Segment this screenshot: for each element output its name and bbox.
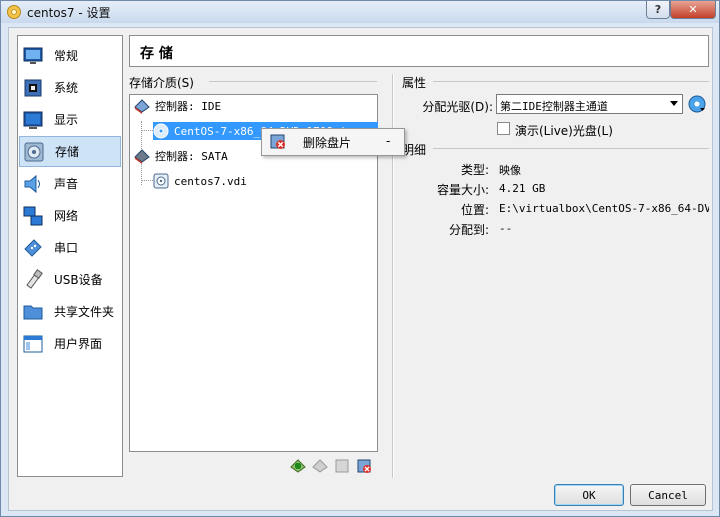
- sidebar-item-label: 共享文件夹: [54, 305, 115, 319]
- optical-drive-value: 第二IDE控制器主通道: [500, 100, 608, 113]
- page-header: 存 储: [129, 35, 709, 67]
- tree-item-label: 控制器: SATA: [155, 150, 228, 163]
- cancel-button[interactable]: Cancel: [630, 484, 706, 506]
- sidebar-item-audio[interactable]: 声音: [19, 168, 121, 199]
- sidebar-item-label: 常规: [54, 49, 79, 63]
- sidebar-item-usb[interactable]: USB设备: [19, 264, 121, 295]
- choose-disc-icon[interactable]: [688, 95, 706, 113]
- monitor-icon: [23, 47, 43, 64]
- sidebar-item-label: 串口: [54, 241, 79, 255]
- close-button[interactable]: ✕: [670, 1, 716, 19]
- storage-section-label: 存储介质(S): [129, 76, 194, 90]
- sidebar-item-label: 系统: [54, 81, 79, 95]
- settings-window: centos7 - 设置 ? ✕ 常规 系统 显示 存储 声音 网络 串口 US…: [0, 0, 720, 517]
- disc-icon: [24, 142, 44, 161]
- sidebar-item-label: 存储: [55, 145, 80, 159]
- sidebar-item-network[interactable]: 网络: [19, 200, 121, 231]
- location-value: E:\virtualbox\CentOS-7-x86_64-DV…: [499, 202, 709, 215]
- attributes-section-label: 属性: [402, 76, 427, 90]
- add-attachment-icon[interactable]: [334, 458, 350, 474]
- context-menu: 删除盘片 -: [261, 128, 405, 156]
- type-value: 映像: [499, 164, 521, 177]
- sidebar-item-label: 显示: [54, 113, 79, 127]
- section-divider: [209, 81, 377, 82]
- remove-attachment-icon[interactable]: [356, 458, 372, 474]
- details-section-label: 明细: [402, 143, 427, 157]
- size-key: 容量大小:: [436, 183, 489, 197]
- sidebar-item-general[interactable]: 常规: [19, 40, 121, 71]
- category-list: 常规 系统 显示 存储 声音 网络 串口 USB设备 共享文件夹 用户界面: [17, 35, 123, 477]
- tree-item-label: centos7.vdi: [174, 174, 247, 188]
- remove-disc-menu-item[interactable]: 删除盘片 -: [264, 131, 402, 153]
- sidebar-item-label: 声音: [54, 177, 79, 191]
- section-divider: [433, 148, 709, 149]
- sidebar-item-system[interactable]: 系统: [19, 72, 121, 103]
- sata-controller-icon: [134, 149, 150, 164]
- location-key: 位置:: [460, 203, 489, 217]
- sidebar-item-label: 网络: [54, 209, 79, 223]
- chip-icon: [24, 79, 42, 96]
- menu-item-label: 删除盘片: [303, 135, 352, 150]
- serial-port-icon: [24, 238, 42, 257]
- sidebar-item-display[interactable]: 显示: [19, 104, 121, 135]
- optical-drive-label: 分配光驱(D):: [422, 100, 493, 114]
- sidebar-item-user-interface[interactable]: 用户界面: [19, 328, 121, 359]
- hard-disk-icon: [153, 173, 169, 189]
- tree-item-label: 控制器: IDE: [155, 100, 222, 113]
- usb-icon: [26, 268, 43, 289]
- virtualbox-gear-icon: [7, 5, 21, 19]
- help-button[interactable]: ?: [646, 1, 670, 19]
- sidebar-item-shared-folders[interactable]: 共享文件夹: [19, 296, 121, 327]
- tree-guide: [141, 180, 153, 181]
- speaker-icon: [24, 174, 40, 193]
- window-title: centos7 - 设置: [27, 6, 111, 20]
- page-title: 存 储: [140, 46, 173, 62]
- ide-controller-icon: [134, 99, 150, 114]
- sidebar-item-storage[interactable]: 存储: [19, 136, 121, 167]
- chevron-down-icon: [670, 101, 678, 106]
- ok-button[interactable]: OK: [554, 484, 624, 506]
- folder-icon: [23, 305, 43, 319]
- size-value: 4.21 GB: [499, 182, 546, 195]
- type-key: 类型:: [460, 163, 489, 177]
- add-controller-icon[interactable]: [290, 458, 306, 474]
- remove-disc-icon: [270, 134, 285, 149]
- attached-key: 分配到:: [448, 223, 489, 237]
- sidebar-item-label: 用户界面: [54, 337, 103, 351]
- network-icon: [23, 206, 43, 225]
- sidebar-item-serial[interactable]: 串口: [19, 232, 121, 263]
- tree-item-sata-controller[interactable]: 控制器: SATA: [134, 147, 228, 165]
- live-cd-checkbox[interactable]: [497, 122, 510, 135]
- menu-item-shortcut: -: [386, 134, 391, 148]
- optical-disc-icon: [153, 123, 169, 139]
- live-cd-label[interactable]: 演示(Live)光盘(L): [515, 122, 613, 139]
- tree-item-ide-controller[interactable]: 控制器: IDE: [134, 97, 221, 115]
- tree-item-sata-disk[interactable]: centos7.vdi: [153, 172, 247, 190]
- dialog-body: 常规 系统 显示 存储 声音 网络 串口 USB设备 共享文件夹 用户界面 存 …: [8, 27, 713, 511]
- tree-guide: [141, 130, 153, 131]
- optical-drive-select[interactable]: 第二IDE控制器主通道: [496, 94, 683, 114]
- window-icon: [23, 335, 43, 352]
- sidebar-item-label: USB设备: [54, 273, 103, 287]
- section-divider: [433, 81, 709, 82]
- display-icon: [23, 111, 43, 129]
- tree-toolbar: [290, 458, 372, 476]
- title-bar: centos7 - 设置 ? ✕: [1, 1, 719, 23]
- attached-value: --: [499, 222, 513, 235]
- remove-controller-icon[interactable]: [312, 458, 328, 474]
